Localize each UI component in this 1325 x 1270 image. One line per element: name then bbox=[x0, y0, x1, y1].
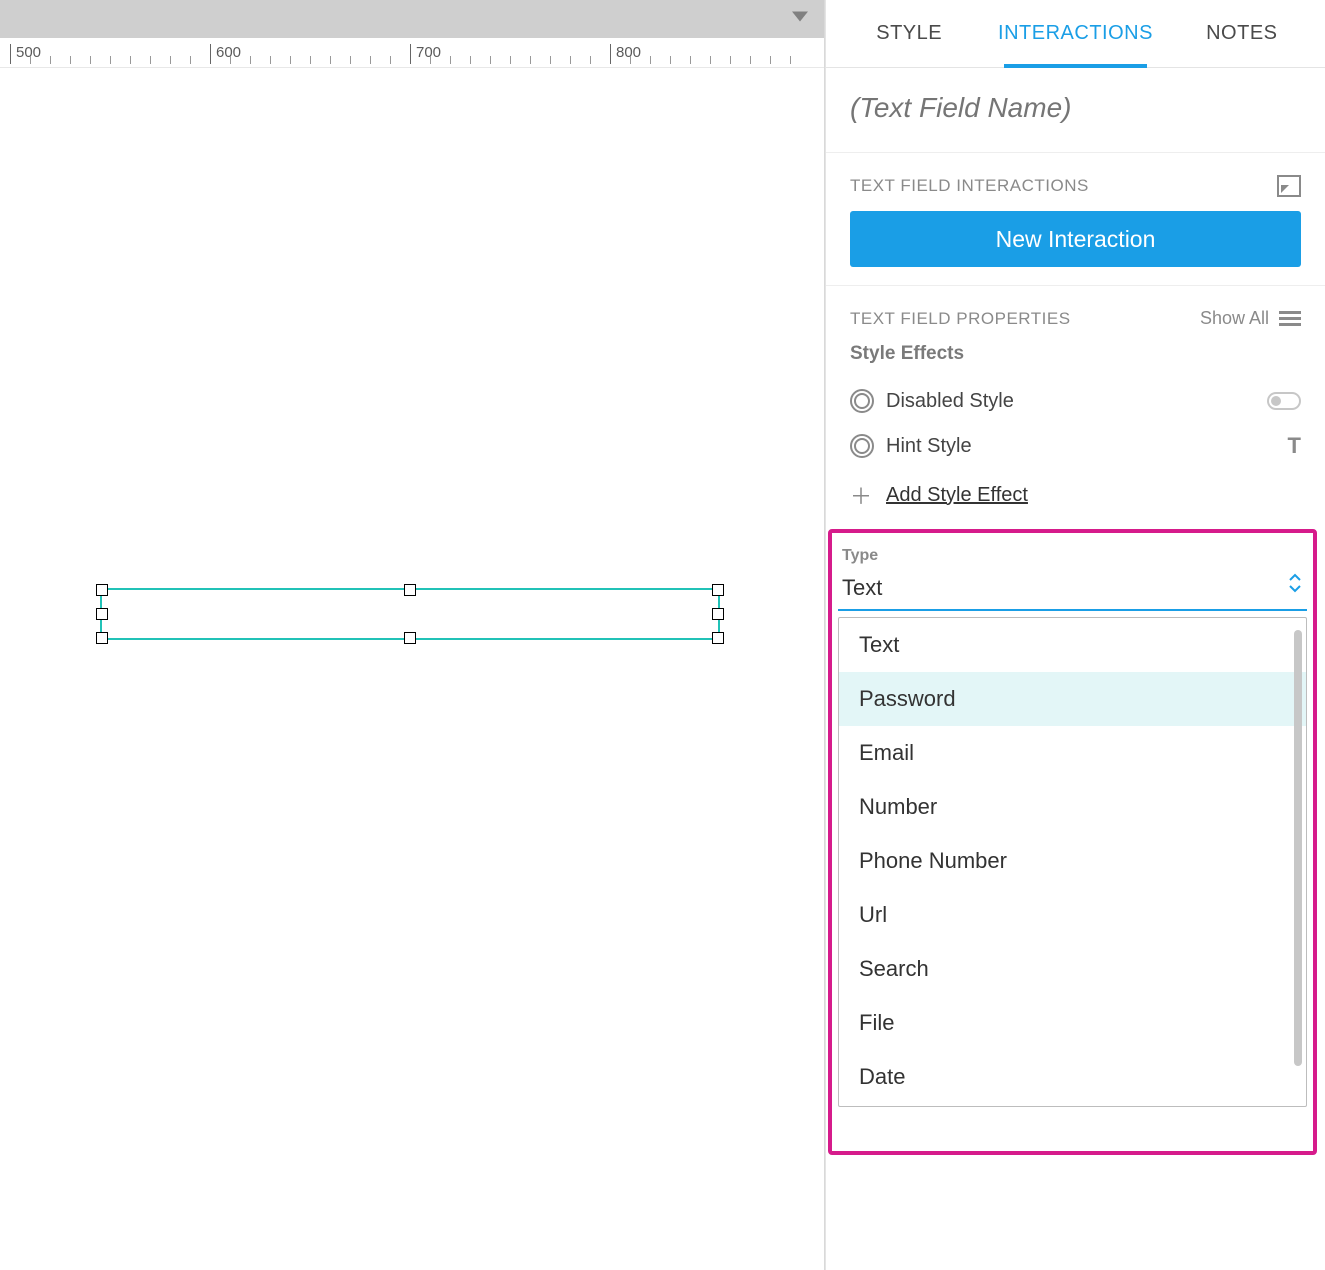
resize-handle[interactable] bbox=[404, 632, 416, 644]
resize-handle[interactable] bbox=[96, 608, 108, 620]
type-select-value: Text bbox=[842, 575, 882, 600]
new-interaction-button[interactable]: New Interaction bbox=[850, 211, 1301, 267]
type-option[interactable]: Text bbox=[839, 618, 1306, 672]
ruler-label: 500 bbox=[16, 44, 41, 61]
widget-name-input[interactable] bbox=[850, 92, 1301, 124]
interactions-title: TEXT FIELD INTERACTIONS bbox=[850, 176, 1089, 196]
resize-handle[interactable] bbox=[712, 584, 724, 596]
text-icon[interactable]: T bbox=[1288, 433, 1301, 459]
chevron-down-icon[interactable] bbox=[790, 10, 810, 29]
resize-handle[interactable] bbox=[96, 584, 108, 596]
scrollbar[interactable] bbox=[1294, 630, 1302, 1066]
disabled-style-label: Disabled Style bbox=[886, 390, 1014, 413]
menu-icon[interactable] bbox=[1279, 311, 1301, 327]
canvas[interactable] bbox=[0, 68, 824, 1270]
selected-widget[interactable] bbox=[100, 588, 720, 640]
type-select[interactable]: Text bbox=[838, 571, 1307, 611]
expand-icon[interactable] bbox=[1277, 175, 1301, 197]
top-bar bbox=[0, 0, 824, 38]
style-effects-heading: Style Effects bbox=[850, 343, 1301, 365]
type-option[interactable]: Url bbox=[839, 888, 1306, 942]
type-option[interactable]: Email bbox=[839, 726, 1306, 780]
properties-section: TEXT FIELD PROPERTIES Show All Style Eff… bbox=[826, 286, 1325, 531]
resize-handle[interactable] bbox=[712, 608, 724, 620]
inspector-panel: STYLE INTERACTIONS NOTES TEXT FIELD INTE… bbox=[825, 0, 1325, 1270]
canvas-pane: 500 600 700 800 bbox=[0, 0, 825, 1270]
hint-style-row: Hint Style T bbox=[850, 423, 1301, 469]
type-option[interactable]: Date bbox=[839, 1050, 1306, 1104]
tab-style[interactable]: STYLE bbox=[826, 0, 992, 67]
target-icon[interactable] bbox=[850, 389, 874, 413]
type-option[interactable]: Password bbox=[839, 672, 1306, 726]
tab-notes[interactable]: NOTES bbox=[1159, 0, 1325, 67]
type-option[interactable]: File bbox=[839, 996, 1306, 1050]
resize-handle[interactable] bbox=[712, 632, 724, 644]
hint-style-label: Hint Style bbox=[886, 435, 972, 458]
disabled-style-toggle[interactable] bbox=[1267, 392, 1301, 410]
type-option[interactable]: Search bbox=[839, 942, 1306, 996]
interactions-section: TEXT FIELD INTERACTIONS New Interaction bbox=[826, 153, 1325, 286]
type-option[interactable]: Number bbox=[839, 780, 1306, 834]
resize-handle[interactable] bbox=[404, 584, 416, 596]
resize-handle[interactable] bbox=[96, 632, 108, 644]
ruler-label: 600 bbox=[216, 44, 241, 61]
add-style-effect-row[interactable]: ＋ Add Style Effect bbox=[850, 469, 1301, 513]
type-dropdown: TextPasswordEmailNumberPhone NumberUrlSe… bbox=[838, 617, 1307, 1107]
ruler-label: 800 bbox=[616, 44, 641, 61]
inspector-tabs: STYLE INTERACTIONS NOTES bbox=[826, 0, 1325, 68]
widget-name-row bbox=[826, 68, 1325, 153]
stepper-icon[interactable] bbox=[1287, 571, 1303, 595]
type-label: Type bbox=[842, 547, 1313, 565]
show-all-link[interactable]: Show All bbox=[1200, 308, 1269, 329]
tab-interactions[interactable]: INTERACTIONS bbox=[992, 0, 1158, 67]
properties-title: TEXT FIELD PROPERTIES bbox=[850, 309, 1071, 329]
disabled-style-row: Disabled Style bbox=[850, 379, 1301, 423]
type-option[interactable]: Phone Number bbox=[839, 834, 1306, 888]
add-style-effect-link[interactable]: Add Style Effect bbox=[886, 484, 1028, 507]
plus-icon: ＋ bbox=[850, 479, 872, 511]
target-icon[interactable] bbox=[850, 434, 874, 458]
ruler-label: 700 bbox=[416, 44, 441, 61]
ruler: 500 600 700 800 bbox=[0, 38, 824, 68]
type-block: Type Text TextPasswordEmailNumberPhone N… bbox=[832, 531, 1313, 1107]
